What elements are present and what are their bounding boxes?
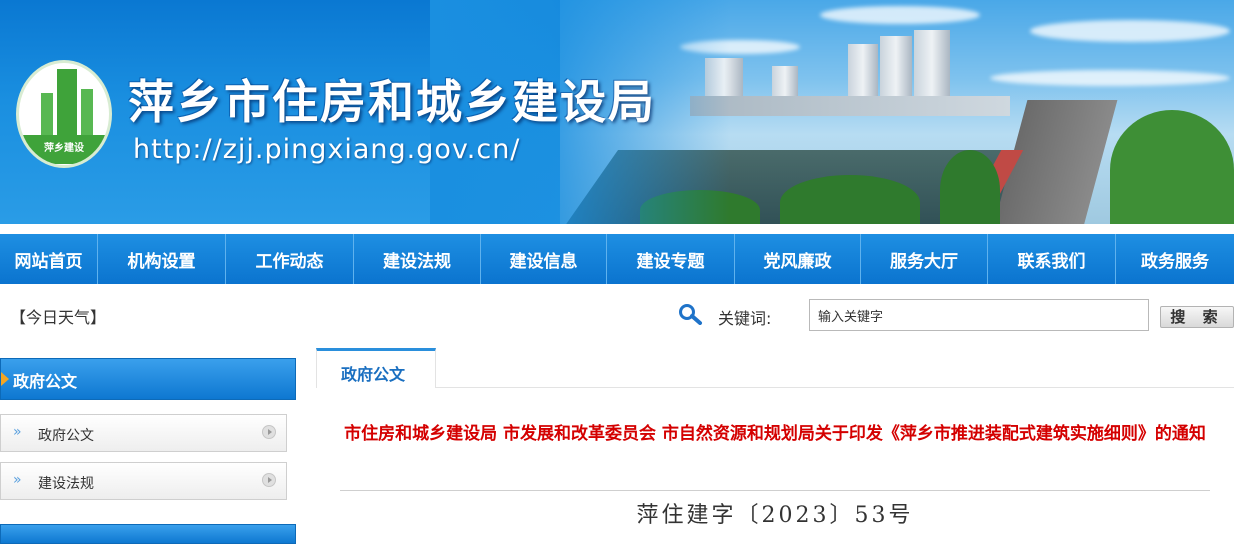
nav-item-gov-services[interactable]: 政务服务 — [1116, 234, 1234, 284]
arrow-circle-icon — [262, 425, 276, 439]
nav-item-party-integrity[interactable]: 党风廉政 — [735, 234, 861, 284]
site-url: http://zjj.pingxiang.gov.cn/ — [133, 134, 521, 165]
nav-item-work-news[interactable]: 工作动态 — [226, 234, 354, 284]
sidebar-heading-title: 政府公文 — [13, 372, 78, 391]
double-chevron-icon: » — [13, 424, 22, 440]
arrow-right-icon — [1, 372, 9, 386]
logo-text: 萍乡建设 — [19, 135, 109, 164]
sidebar-item-label: 政府公文 — [38, 428, 94, 444]
sidebar-heading-next — [0, 524, 296, 544]
site-logo[interactable]: 萍乡建设 — [16, 60, 112, 168]
search-button[interactable]: 搜 索 — [1160, 306, 1234, 328]
document-title: 市住房和城乡建设局 市发展和改革委员会 市自然资源和规划局关于印发《萍乡市推进装… — [344, 424, 1206, 444]
nav-item-construction-info[interactable]: 建设信息 — [481, 234, 607, 284]
magnifier-icon — [679, 304, 702, 325]
sidebar-heading: 政府公文 — [0, 358, 296, 400]
nav-item-home[interactable]: 网站首页 — [0, 234, 98, 284]
tab-gov-documents[interactable]: 政府公文 — [316, 348, 436, 388]
site-title: 萍乡市住房和城乡建设局 — [128, 75, 656, 129]
tab-label: 政府公文 — [341, 365, 406, 384]
nav-item-contact[interactable]: 联系我们 — [988, 234, 1116, 284]
weather-widget[interactable]: 【今日天气】 — [10, 304, 106, 328]
nav-item-special-topics[interactable]: 建设专题 — [607, 234, 735, 284]
sidebar-item-label: 建设法规 — [38, 476, 94, 492]
sidebar-item-regulations[interactable]: » 建设法规 — [0, 462, 287, 500]
header-banner: 萍乡建设 萍乡市住房和城乡建设局 http://zjj.pingxiang.go… — [0, 0, 1234, 224]
divider — [340, 490, 1210, 491]
nav-item-service-hall[interactable]: 服务大厅 — [861, 234, 988, 284]
nav-item-regulations[interactable]: 建设法规 — [354, 234, 481, 284]
content-tabbar: 政府公文 — [316, 348, 1234, 388]
keyword-label: 关键词: — [718, 309, 772, 328]
double-chevron-icon: » — [13, 472, 22, 488]
arrow-circle-icon — [262, 473, 276, 487]
sidebar-item-gov-documents[interactable]: » 政府公文 — [0, 414, 287, 452]
document-number: 萍住建字〔2023〕53号 — [636, 503, 914, 528]
search-input[interactable] — [809, 299, 1149, 331]
main-nav: 网站首页 机构设置 工作动态 建设法规 建设信息 建设专题 党风廉政 服务大厅 … — [0, 234, 1234, 284]
nav-item-organization[interactable]: 机构设置 — [98, 234, 226, 284]
